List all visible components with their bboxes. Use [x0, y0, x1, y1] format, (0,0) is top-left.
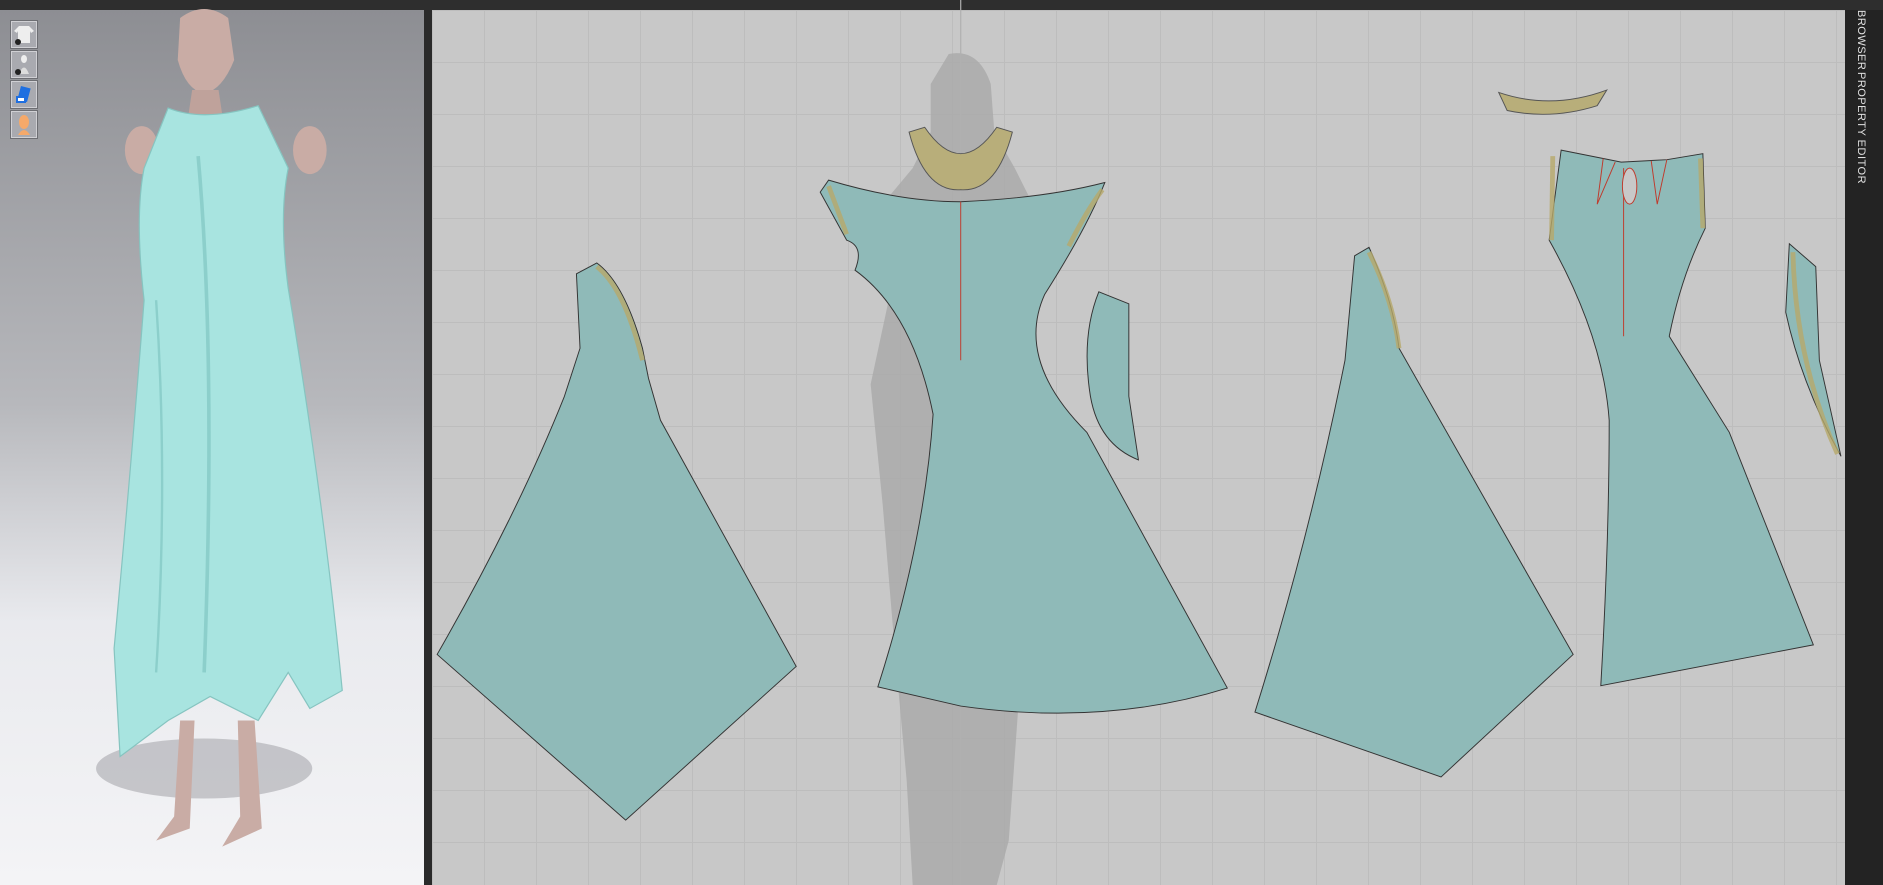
garment-visibility-button[interactable] [10, 20, 38, 49]
tab-property-editor[interactable]: PROPERTY EDITOR [1855, 72, 1867, 184]
tab-browser[interactable]: BROWSER [1855, 10, 1867, 70]
2d-pattern-window[interactable] [432, 10, 1845, 885]
garment-visibility-icon [14, 26, 34, 45]
skin-button[interactable] [10, 110, 38, 139]
avatar-visibility-icon [15, 55, 29, 75]
right-sidebar: BROWSER PROPERTY EDITOR [1845, 10, 1883, 885]
skin-icon [18, 115, 30, 135]
viewport-divider[interactable] [424, 10, 432, 885]
avatar-visibility-button[interactable] [10, 50, 38, 79]
texture-icon [16, 85, 31, 103]
3d-viewport[interactable] [0, 10, 424, 885]
texture-button[interactable] [10, 80, 38, 109]
